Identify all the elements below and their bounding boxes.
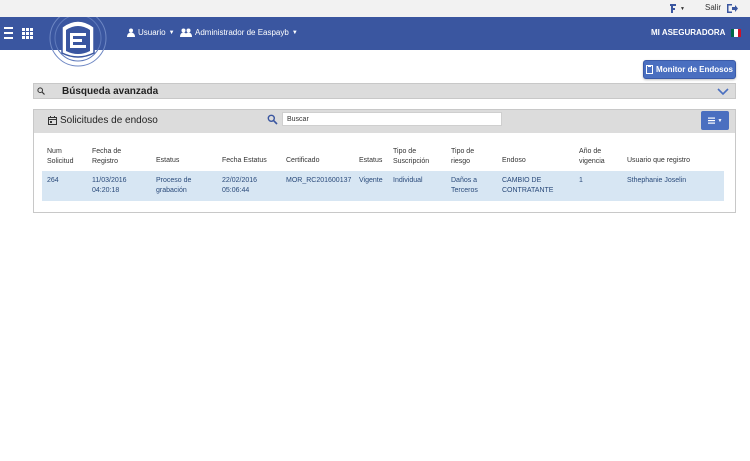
cell-endoso: CAMBIO DE CONTRATANTE <box>502 177 554 194</box>
header-estatus[interactable]: Estatus <box>156 156 179 166</box>
chevron-down-icon: ▼ <box>717 117 723 124</box>
admin-menu[interactable]: Administrador de Easpayb ▼ <box>180 28 298 37</box>
chevron-down-icon[interactable] <box>717 85 729 97</box>
column-options-button[interactable]: ▼ <box>701 111 729 130</box>
user-menu[interactable]: Usuario ▼ <box>127 28 175 37</box>
advanced-search-bar[interactable]: Búsqueda avanzada <box>33 83 736 99</box>
notifications-menu[interactable]: ▼ <box>669 2 687 15</box>
company-logo[interactable] <box>48 17 108 77</box>
cell-usuario: Sthephanie Joselin <box>627 177 687 184</box>
header-tipo-riesgo[interactable]: Tipo de riesgo <box>451 147 474 167</box>
users-icon <box>180 28 192 37</box>
chevron-down-icon: ▼ <box>680 5 685 12</box>
cell-certificado: MOR_RC201600137 <box>286 177 352 184</box>
list-icon <box>707 117 715 124</box>
header-usuario[interactable]: Usuario que registro <box>627 156 690 166</box>
cell-num-solicitud: 264 <box>47 177 59 184</box>
chevron-down-icon: ▼ <box>168 29 175 36</box>
bell-icon <box>670 4 676 13</box>
header-endoso[interactable]: Endoso <box>502 156 526 166</box>
header-num-solicitud[interactable]: Num Solicitud <box>47 147 73 167</box>
admin-menu-label: Administrador de Easpayb <box>195 28 289 37</box>
search-input[interactable] <box>282 112 502 126</box>
header-anio-vigencia[interactable]: Año de vigencia <box>579 147 605 167</box>
search-icon <box>37 87 45 95</box>
top-utility-bar: ▼ Salir <box>0 0 750 17</box>
panel-title: Solicitudes de endoso <box>60 115 158 126</box>
cell-fecha-registro: 11/03/2016 04:20:18 <box>92 177 127 194</box>
header-fecha-estatus[interactable]: Fecha Estatus <box>222 156 267 166</box>
endorsement-requests-panel: Solicitudes de endoso ▼ Num Solicitud Fe… <box>33 109 736 213</box>
mexico-flag-icon[interactable] <box>731 29 741 37</box>
table-row[interactable]: 264 11/03/2016 04:20:18 Proceso de graba… <box>42 171 724 201</box>
exit-icon[interactable] <box>726 3 738 14</box>
advanced-search-label: Búsqueda avanzada <box>62 86 159 97</box>
document-icon <box>646 65 654 74</box>
header-tipo-suscripcion[interactable]: Tipo de Suscripción <box>393 147 429 167</box>
user-menu-label: Usuario <box>138 28 166 37</box>
monitor-endosos-label: Monitor de Endosos <box>656 65 733 74</box>
main-navbar <box>0 17 750 50</box>
header-fecha-registro[interactable]: Fecha de Registro <box>92 147 121 167</box>
cell-tipo-suscripcion: Individual <box>393 177 423 184</box>
monitor-endosos-button[interactable]: Monitor de Endosos <box>643 60 736 79</box>
logout-link[interactable]: Salir <box>705 3 721 12</box>
user-icon <box>127 28 135 37</box>
hamburger-menu-icon[interactable] <box>4 27 13 39</box>
cell-estatus-2: Vigente <box>359 177 383 184</box>
cell-anio-vigencia: 1 <box>579 177 583 184</box>
panel-header: Solicitudes de endoso ▼ <box>34 110 735 133</box>
insurer-brand: MI ASEGURADORA <box>651 28 726 37</box>
search-icon[interactable] <box>267 114 278 125</box>
header-estatus-2[interactable]: Estatus <box>359 156 382 166</box>
apps-grid-icon[interactable] <box>22 28 33 39</box>
header-certificado[interactable]: Certificado <box>286 156 319 166</box>
cell-tipo-riesgo: Daños a Terceros <box>451 177 478 194</box>
chevron-down-icon: ▼ <box>291 29 298 36</box>
cell-estatus: Proceso de grabación <box>156 177 192 194</box>
calendar-icon <box>48 116 57 125</box>
cell-fecha-estatus: 22/02/2016 05:06:44 <box>222 177 258 194</box>
